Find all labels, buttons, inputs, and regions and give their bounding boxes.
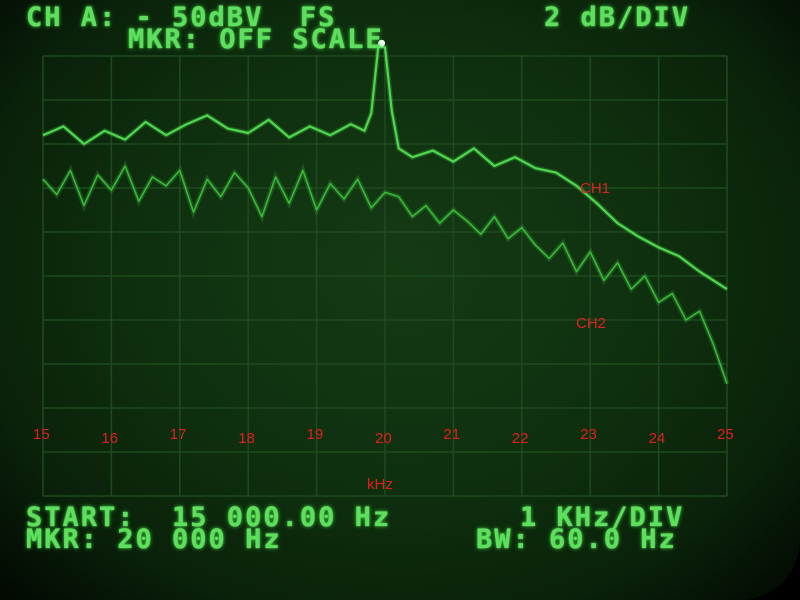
x-tick-label: 24: [648, 430, 666, 447]
x-tick-label: 23: [580, 426, 597, 443]
ch1-annotation: CH1: [580, 180, 611, 197]
x-tick-label: 25: [717, 426, 734, 443]
bandwidth-readout: BW: 60.0 Hz: [476, 524, 677, 555]
x-tick-label: 19: [306, 426, 324, 443]
x-tick-label: 17: [169, 426, 187, 443]
x-tick-label: 18: [238, 430, 255, 447]
x-tick-label: 15: [33, 426, 50, 443]
ch2-annotation: CH2: [576, 315, 607, 332]
marker-frequency-readout: MKR: 20 000 Hz: [26, 524, 282, 555]
x-tick-label: 21: [443, 426, 461, 443]
x-tick-label: 22: [511, 430, 529, 447]
marker-status-readout: MKR: OFF SCALE: [128, 24, 384, 55]
db-per-div-readout: 2 dB/DIV: [544, 2, 691, 33]
x-tick-label: 16: [101, 430, 119, 447]
crt-screen: CH A: - 50dBV FS 2 dB/DIV MKR: OFF SCALE…: [0, 0, 800, 600]
x-axis-label: kHz: [367, 476, 393, 493]
x-tick-label: 20: [375, 430, 392, 447]
